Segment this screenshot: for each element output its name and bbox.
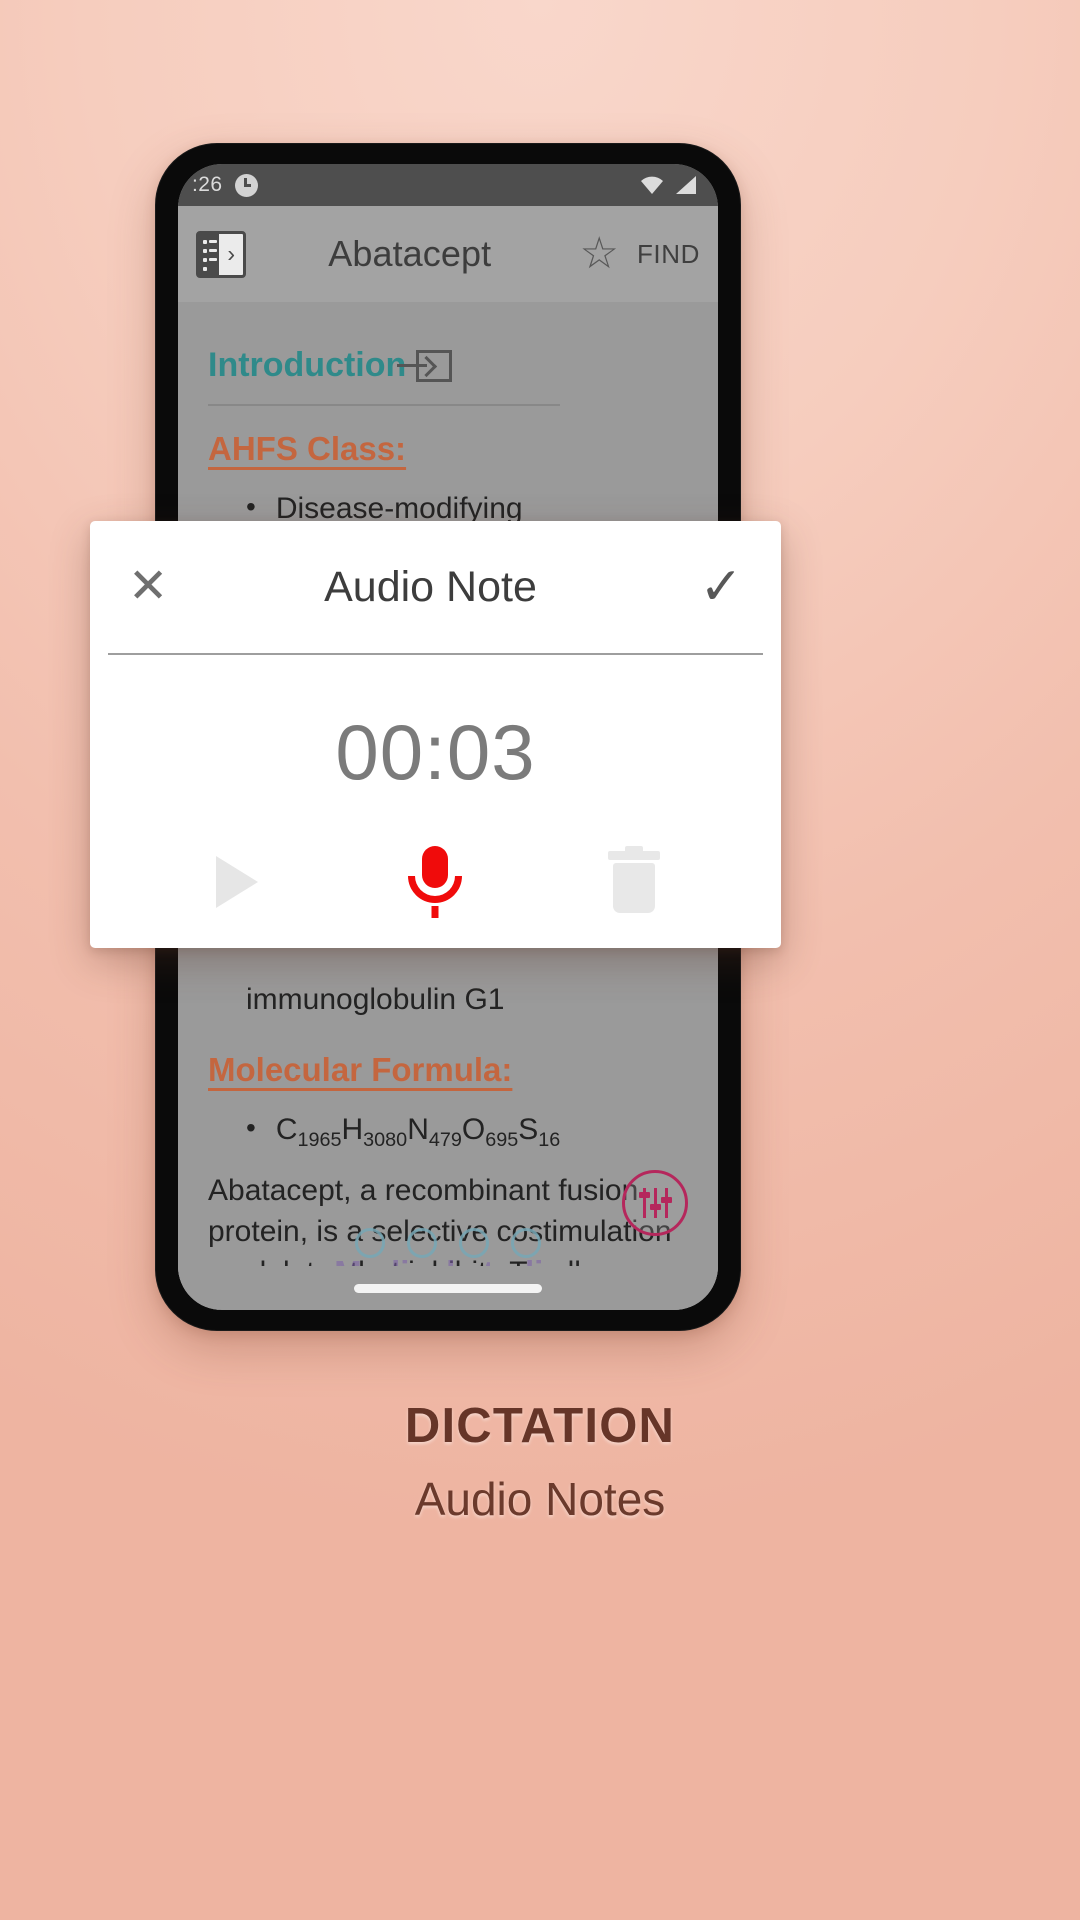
open-in-new-icon[interactable] (397, 349, 453, 382)
find-button[interactable]: FIND (637, 239, 702, 270)
subheading-molecular-formula: Molecular Formula: (208, 1050, 513, 1088)
recording-timer: 00:03 (335, 708, 536, 796)
status-bar-right (639, 175, 698, 195)
list-item-label: immunoglobulin G1 (246, 982, 505, 1016)
confirm-check-icon[interactable]: ✓ (683, 561, 743, 613)
list-item: immunoglobulin G1 (208, 981, 688, 1019)
favorite-star-icon[interactable]: ☆ (579, 232, 618, 276)
caption-title: DICTATION (404, 1399, 676, 1453)
status-time: :26 (192, 173, 223, 196)
audio-note-dialog: ✕ Audio Note ✓ 00:03 (90, 521, 781, 948)
dialog-divider (108, 653, 763, 655)
nav-gesture-pill[interactable] (354, 1283, 542, 1293)
wifi-icon (641, 176, 663, 194)
play-button[interactable] (187, 842, 287, 922)
page-title: Abatacept (328, 233, 492, 274)
trash-icon (607, 846, 660, 913)
bullet-glyph: • (246, 1112, 256, 1144)
subheading-ahfs-class: AHFS Class: (208, 429, 407, 467)
app-bar: › Abatacept ☆ FIND (178, 206, 718, 302)
dialog-header: ✕ Audio Note ✓ (90, 521, 781, 653)
status-bar-left: :26 (192, 173, 259, 197)
android-nav-bar (178, 1266, 718, 1310)
status-bar: :26 (178, 164, 718, 206)
record-button[interactable] (385, 842, 485, 922)
caption-block: DICTATION Audio Notes (0, 1398, 1080, 1526)
dialog-title: Audio Note (324, 562, 537, 611)
index-panel-icon[interactable]: › (196, 230, 246, 278)
play-icon (216, 856, 259, 908)
delete-button[interactable] (584, 842, 684, 922)
alarm-clock-icon (235, 173, 259, 197)
caption-subtitle: Audio Notes (414, 1473, 666, 1525)
list-item-formula: • C1965H3080N479O695S16 (208, 1111, 688, 1153)
cell-signal-icon (676, 176, 696, 194)
section-heading-text: Introduction (208, 346, 407, 384)
section-heading-row: Introduction (208, 344, 688, 388)
settings-sliders-fab[interactable] (622, 1170, 688, 1236)
microphone-icon (408, 846, 463, 918)
molecular-formula-value: C1965H3080N479O695S16 (275, 1113, 561, 1152)
dialog-controls (90, 842, 781, 922)
heading-underline (208, 403, 560, 406)
